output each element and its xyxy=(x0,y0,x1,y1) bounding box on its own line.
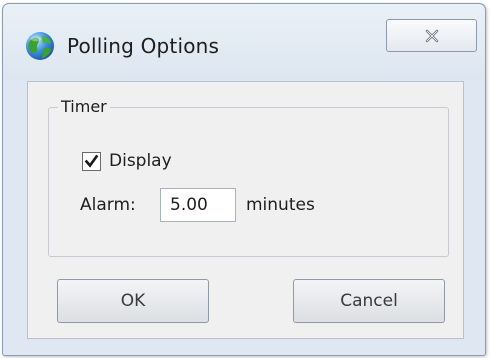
close-button[interactable] xyxy=(386,19,477,52)
alarm-input[interactable] xyxy=(160,188,236,222)
checkmark-icon xyxy=(84,154,99,168)
display-checkbox[interactable] xyxy=(82,152,101,171)
cancel-button[interactable]: Cancel xyxy=(293,279,445,323)
polling-options-dialog: Polling Options Timer Display Alarm: min… xyxy=(2,3,486,356)
alarm-unit-label: minutes xyxy=(246,195,315,215)
dialog-body: Timer Display Alarm: minutes OK Cancel xyxy=(27,81,464,339)
display-label[interactable]: Display xyxy=(109,149,172,173)
alarm-label: Alarm: xyxy=(80,195,136,215)
timer-group: Timer Display Alarm: minutes xyxy=(48,96,449,257)
globe-icon xyxy=(25,31,55,61)
window-title: Polling Options xyxy=(67,34,220,58)
ok-button[interactable]: OK xyxy=(57,279,209,323)
title-bar[interactable]: Polling Options xyxy=(3,4,485,80)
close-icon xyxy=(425,29,439,43)
timer-group-label: Timer xyxy=(58,96,110,118)
